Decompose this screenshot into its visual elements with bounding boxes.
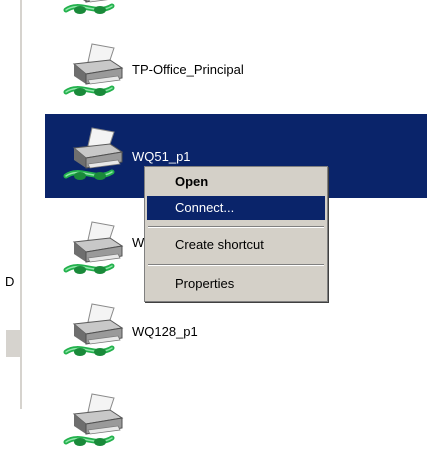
network-printer-icon: [60, 126, 130, 186]
menu-separator: [148, 264, 324, 266]
printer-item-wq128-p1[interactable]: WQ128_p1: [45, 300, 427, 384]
network-printer-icon: [60, 302, 130, 362]
printer-item-label: WQ51_p1: [132, 149, 191, 164]
printer-item[interactable]: [45, 392, 427, 476]
context-menu: Open Connect... Create shortcut Properti…: [144, 166, 328, 302]
menu-item-properties[interactable]: Properties: [147, 272, 325, 296]
network-printer-icon: [60, 392, 130, 452]
printer-item-tp-office-principal[interactable]: TP-Office_Principal: [45, 40, 427, 124]
printer-item-label: TP-Office_Principal: [132, 62, 244, 77]
pane-divider: [20, 0, 22, 409]
network-printer-icon: [60, 220, 130, 280]
menu-item-create-shortcut[interactable]: Create shortcut: [147, 233, 325, 257]
menu-item-open[interactable]: Open: [147, 170, 325, 194]
menu-item-connect[interactable]: Connect...: [147, 196, 325, 220]
left-pane-partial-text: D: [5, 274, 15, 289]
network-printer-icon: [60, 42, 130, 102]
printer-item-label: WQ128_p1: [132, 324, 198, 339]
printer-item-label: W: [132, 235, 145, 250]
printer-item[interactable]: [45, 0, 427, 44]
left-pane-scroll-block[interactable]: [6, 330, 20, 357]
network-printer-icon: [60, 0, 130, 20]
menu-separator: [148, 226, 324, 228]
